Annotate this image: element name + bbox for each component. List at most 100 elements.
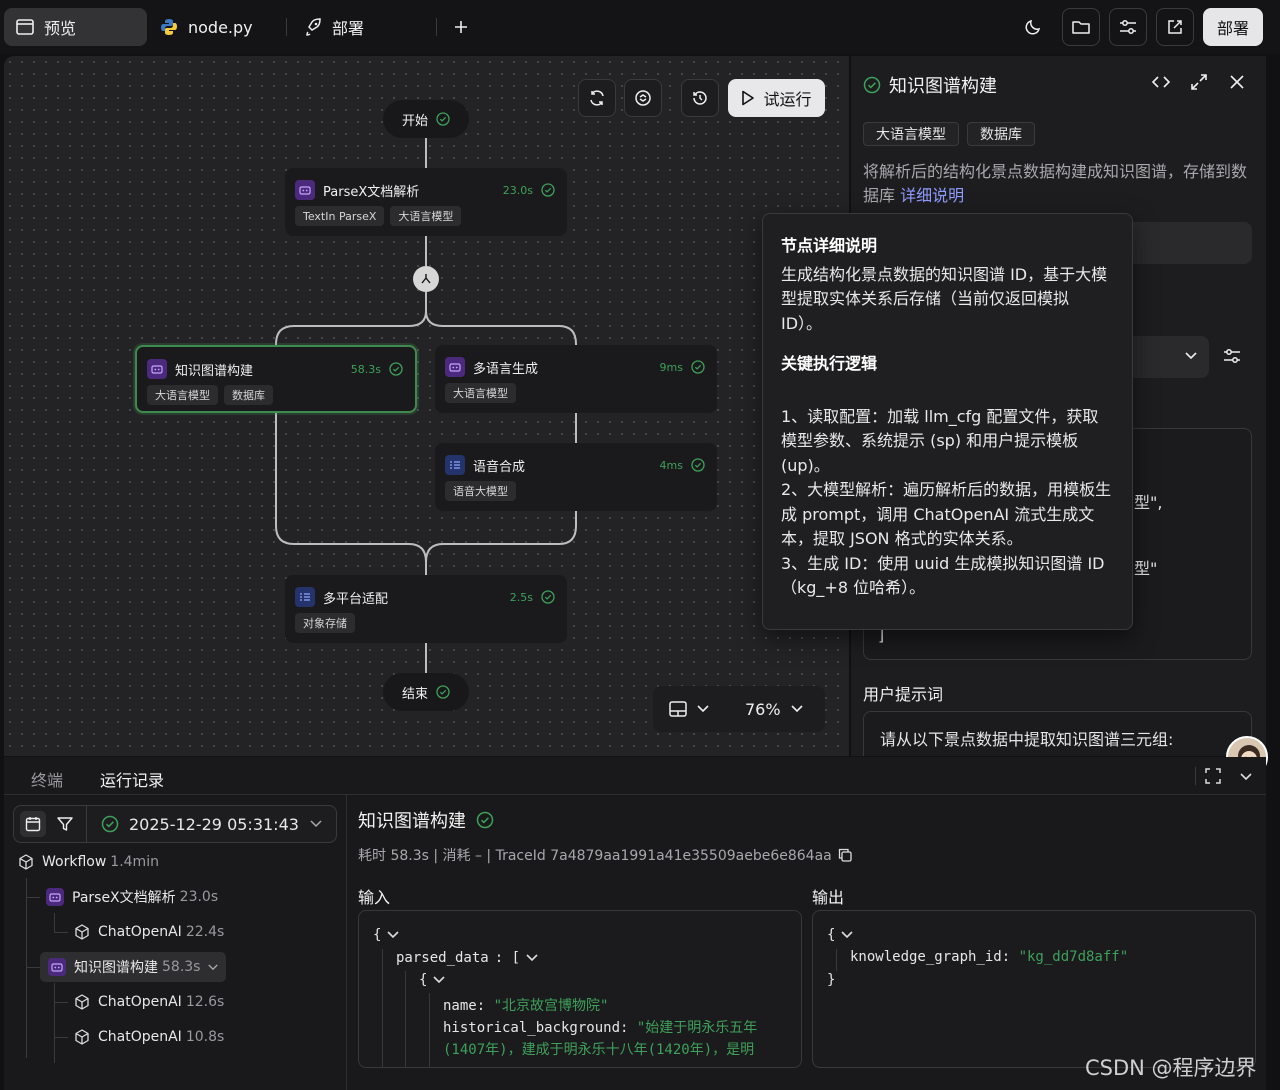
window-icon [16,19,34,35]
filter-button[interactable] [52,811,78,837]
history-button[interactable] [681,79,719,117]
tooltip-step: 3、生成 ID：使用 uuid 生成模拟知识图谱 ID（kg_+8 位哈希）。 [781,553,1105,598]
run-selector[interactable]: 2025-12-29 05:31:43 [101,815,336,834]
tree-item-chatopenai[interactable]: ChatOpenAI 12.6s [74,987,224,1017]
json-key: knowledge_graph_id [850,949,1002,965]
refresh-icon [590,90,604,106]
tab-label: node.py [188,17,253,37]
chevron-down-icon [790,705,803,713]
tree-line [26,967,40,968]
sync-button[interactable] [624,79,662,117]
tab-terminal[interactable]: 终端 [31,767,63,791]
tree-label: Workflow [42,854,107,870]
filter-icon [57,817,73,831]
chevron-down-icon[interactable] [387,931,400,939]
run-filter-bar: 2025-12-29 05:31:43 [13,805,337,843]
tree-line [26,897,40,898]
theme-toggle-button[interactable] [1014,8,1052,46]
check-circle-icon [101,815,119,833]
json-brace: { [373,927,400,943]
json-value: "kg_dd7d8aff" [1018,949,1129,965]
zoom-value: 76% [745,699,781,719]
tree-item-chatopenai[interactable]: ChatOpenAI 22.4s [74,917,224,947]
tree-duration: 12.6s [185,994,225,1010]
node-header: 多语言生成 9ms [445,357,705,377]
open-external-button[interactable] [1156,8,1194,46]
panel-title: 知识图谱构建 [889,76,997,97]
test-run-button[interactable]: 试运行 [728,79,825,117]
workflow-canvas[interactable]: 开始 ParseX文档解析 23.0s TextIn ParseX 大语言模型 … [4,56,849,756]
json-value-continuation: (1407年)，建成于明永乐十八年(1420年)，是明 [443,1042,755,1058]
chevron-down-icon[interactable] [1240,773,1252,781]
branch-split-button[interactable] [413,266,439,292]
input-json-viewer[interactable]: { parsed_data: [ { name: "北京故宫博物院" histo… [358,910,802,1068]
output-json-viewer[interactable]: { knowledge_graph_id: "kg_dd7d8aff" } [812,910,1256,1068]
tree-line [54,1037,68,1038]
node-parsex[interactable]: ParseX文档解析 23.0s TextIn ParseX 大语言模型 [285,168,567,236]
tree-line [54,932,68,933]
node-multiplatform[interactable]: 多平台适配 2.5s 对象存储 [285,575,567,643]
node-tts[interactable]: 语音合成 4ms 语音大模型 [435,443,717,511]
cube-icon [75,924,89,940]
node-header: ParseX文档解析 23.0s [295,180,555,200]
check-circle-icon [476,811,494,829]
node-tag: TextIn ParseX [295,206,385,226]
json-value: "北京故宫博物院" [493,998,609,1014]
folder-button[interactable] [1062,8,1100,46]
panel-tags: 大语言模型 数据库 [863,122,1035,146]
node-duration: 58.3s [350,362,381,376]
run-label: 试运行 [763,90,812,109]
bot-icon [147,359,167,379]
settings-button[interactable] [1109,8,1147,46]
chevron-down-icon[interactable] [841,931,854,939]
node-tags: 大语言模型 数据库 [147,385,273,405]
calendar-button[interactable] [20,811,46,837]
tab-deploy[interactable]: 部署 [292,8,432,46]
tree-label: ChatOpenAI [98,1029,182,1045]
panel-tag: 数据库 [967,122,1035,146]
copy-icon[interactable] [838,848,852,862]
detail-link[interactable]: 详细说明 [900,186,964,205]
json-output-row: knowledge_graph_id: "kg_dd7d8aff" [850,949,1129,965]
layout-dropdown[interactable] [669,701,709,717]
node-duration: 4ms [659,458,683,472]
node-knowledge-graph[interactable]: 知识图谱构建 58.3s 大语言模型 数据库 [135,345,417,413]
run-detail-pane: 知识图谱构建 耗时 58.3s | 消耗 – | TraceId 7a4879a… [348,795,1266,1090]
check-circle-icon [541,590,555,604]
user-prompt-label: 用户提示词 [863,685,944,704]
tab-label: 部署 [332,19,365,38]
tree-line [54,983,55,1063]
start-label: 开始 [401,113,428,129]
refresh-button[interactable] [578,79,616,117]
chevron-down-icon[interactable] [433,976,446,984]
start-node[interactable]: 开始 [383,100,469,138]
tooltip-step: 2、大模型解析：遍历解析后的数据，用模板生成 prompt，调用 ChatOpe… [781,480,1112,548]
json-name-row: name: "北京故宫博物院" [443,998,609,1014]
tab-node-py[interactable]: node.py [148,8,280,46]
code-icon[interactable] [1151,72,1171,92]
expand-icon[interactable] [1189,72,1209,92]
tab-run-history[interactable]: 运行记录 [100,767,164,791]
python-icon [161,19,177,35]
close-icon[interactable] [1227,72,1247,92]
sliders-icon[interactable] [1223,348,1241,364]
tree-item-workflow[interactable]: Workflow 1.4min [18,847,159,877]
chevron-down-icon[interactable] [526,954,538,962]
tree-item-parsex[interactable]: ParseX文档解析 23.0s [46,882,218,912]
zoom-dropdown[interactable]: 76% [745,700,803,719]
add-tab-button[interactable] [442,8,480,46]
tree-line [26,878,27,1058]
bot-icon [46,888,64,906]
deploy-button[interactable]: 部署 [1203,8,1263,46]
tab-preview[interactable]: 预览 [4,8,147,46]
node-tags: 对象存储 [295,613,355,633]
tree-item-chatopenai[interactable]: ChatOpenAI 10.8s [74,1022,224,1052]
node-multilang[interactable]: 多语言生成 9ms 大语言模型 [435,345,717,413]
end-label: 结束 [401,686,428,702]
fullscreen-icon[interactable] [1205,768,1221,784]
detail-title: 知识图谱构建 [358,811,466,832]
user-prompt-editor[interactable]: 请从以下景点数据中提取知识图谱三元组: [863,711,1252,756]
tree-item-knowledge-graph[interactable]: 知识图谱构建 58.3s [40,952,227,982]
user-prompt-text: 请从以下景点数据中提取知识图谱三元组: [880,730,1174,749]
end-node[interactable]: 结束 [383,673,469,711]
